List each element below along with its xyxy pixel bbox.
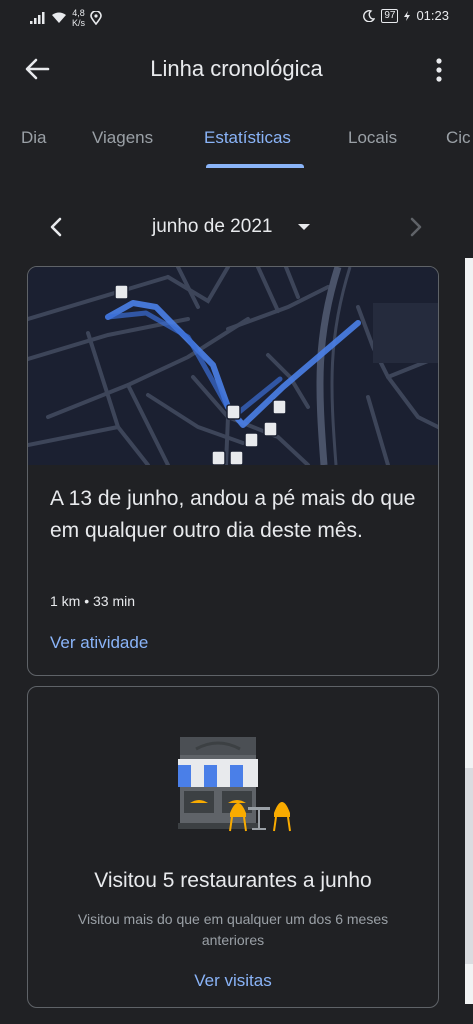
restaurant-subtext: Visitou mais do que em qualquer um dos 6… — [77, 911, 389, 948]
restaurant-headline: Visitou 5 restaurantes a junho — [94, 869, 372, 892]
restaurant-stat-card[interactable]: Visitou 5 restaurantes a junho Visitou m… — [27, 686, 439, 1008]
view-activity-link[interactable]: Ver atividade — [50, 633, 148, 653]
tab-ciclos[interactable]: Cic — [446, 128, 471, 148]
network-speed-value: 4,8 — [72, 8, 85, 18]
scrollbar-thumb[interactable] — [465, 768, 473, 964]
network-speed: 4,8 K/s — [72, 8, 85, 28]
scrollbar-track[interactable] — [465, 258, 473, 1004]
page-title: Linha cronológica — [150, 56, 323, 81]
app-bar: Linha cronológica — [0, 40, 473, 100]
battery-level: 97 — [381, 8, 399, 23]
walk-stat-card[interactable]: A 13 de junho, andou a pé mais do que em… — [27, 266, 439, 676]
status-left: 4,8 K/s — [30, 8, 102, 28]
dropdown-caret-icon[interactable] — [298, 224, 310, 230]
clock: 01:23 — [416, 8, 449, 23]
location-pin-icon — [90, 11, 102, 25]
route-map — [28, 267, 438, 465]
active-tab-indicator — [206, 164, 304, 168]
month-navigator: junho de 2021 — [0, 206, 473, 250]
charging-bolt-icon — [404, 10, 411, 21]
network-speed-unit: K/s — [72, 18, 86, 28]
signal-icon — [30, 12, 45, 24]
status-right: 97 01:23 — [363, 8, 449, 23]
next-month-icon[interactable] — [402, 214, 428, 240]
moon-icon — [363, 9, 376, 22]
more-options-icon[interactable] — [429, 56, 449, 84]
previous-month-icon[interactable] — [44, 214, 70, 240]
tab-viagens[interactable]: Viagens — [92, 128, 153, 148]
status-bar: 4,8 K/s 97 01:23 — [0, 0, 473, 34]
tab-locais[interactable]: Locais — [348, 128, 397, 148]
wifi-icon — [52, 12, 66, 23]
tab-estatisticas[interactable]: Estatísticas — [204, 128, 291, 148]
view-visits-link[interactable]: Ver visitas — [28, 971, 438, 991]
month-label[interactable]: junho de 2021 — [152, 216, 272, 238]
walk-headline: A 13 de junho, andou a pé mais do que em… — [50, 487, 416, 542]
tab-dia[interactable]: Dia — [21, 128, 47, 148]
tab-bar: Dia Viagens Estatísticas Locais Cic — [0, 116, 473, 172]
walk-distance-duration: 1 km • 33 min — [50, 593, 136, 609]
restaurant-illustration-icon — [178, 737, 291, 832]
